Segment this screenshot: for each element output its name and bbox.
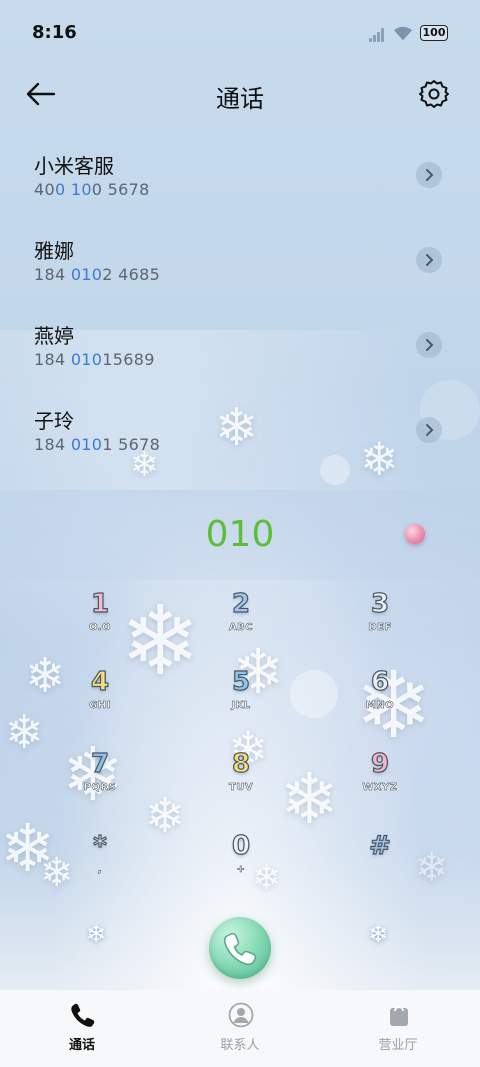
contact-name: 子玲 xyxy=(34,409,74,433)
contact-number: 400 100 5678 xyxy=(34,180,150,199)
dial-display: 010 xyxy=(0,490,480,580)
snowflake-icon: ❄ xyxy=(86,920,107,948)
contact-number: 184 01015689 xyxy=(34,350,155,369)
contact-list: 小米客服 400 100 5678 雅娜 184 0102 4685 燕婷 18… xyxy=(0,132,480,472)
bottom-nav: 通话 联系人 营业厅 xyxy=(0,990,480,1067)
list-item[interactable]: 燕婷 184 01015689 xyxy=(0,302,480,387)
contact-number: 184 0102 4685 xyxy=(34,265,161,284)
call-button[interactable] xyxy=(209,917,271,979)
key-star[interactable]: *, xyxy=(40,830,160,900)
key-5[interactable]: 5 JKL xyxy=(181,666,301,736)
gear-icon[interactable] xyxy=(418,78,450,110)
key-9[interactable]: 9 WXYZ xyxy=(320,748,440,818)
status-bar: 8:16 100 xyxy=(0,0,480,66)
contact-name: 雅娜 xyxy=(34,239,74,263)
nav-item-store[interactable]: 营业厅 xyxy=(318,990,478,1067)
bag-icon xyxy=(390,1006,408,1026)
nav-label: 营业厅 xyxy=(378,1038,418,1053)
contact-number: 184 0101 5678 xyxy=(34,435,161,454)
key-1[interactable]: 1 O.O xyxy=(40,588,160,658)
chevron-right-icon[interactable] xyxy=(416,417,442,443)
list-item[interactable]: 子玲 184 0101 5678 xyxy=(0,387,480,472)
key-4[interactable]: 4 GHI xyxy=(40,666,160,736)
key-8[interactable]: 8 TUV xyxy=(181,748,301,818)
nav-label: 联系人 xyxy=(220,1038,260,1053)
key-3[interactable]: 3 DEF xyxy=(320,588,440,658)
key-hash[interactable]: # xyxy=(320,830,440,900)
chevron-right-icon[interactable] xyxy=(416,332,442,358)
contact-name: 燕婷 xyxy=(34,324,74,348)
nav-item-calls[interactable]: 通话 xyxy=(2,990,162,1067)
header: 通话 xyxy=(0,66,480,122)
key-6[interactable]: 6 MNO xyxy=(320,666,440,736)
signal-icon xyxy=(369,28,387,42)
list-item[interactable]: 小米客服 400 100 5678 xyxy=(0,132,480,217)
person-icon xyxy=(228,1002,254,1028)
list-item[interactable]: 雅娜 184 0102 4685 xyxy=(0,217,480,302)
page-title: 通话 xyxy=(216,85,264,113)
chevron-right-icon[interactable] xyxy=(416,162,442,188)
key-7[interactable]: 7 PQRS xyxy=(40,748,160,818)
phone-icon xyxy=(71,1003,95,1027)
chevron-right-icon[interactable] xyxy=(416,247,442,273)
snowflake-icon: ❄ xyxy=(368,920,389,948)
key-2[interactable]: 2 ABC xyxy=(181,588,301,658)
phone-icon xyxy=(223,932,257,966)
decor-dot xyxy=(405,524,425,544)
battery-indicator: 100 xyxy=(420,25,448,41)
wifi-icon xyxy=(394,26,412,41)
contact-name: 小米客服 xyxy=(34,154,114,178)
nav-label: 通话 xyxy=(68,1038,95,1053)
status-time: 8:16 xyxy=(32,22,77,43)
nav-item-contacts[interactable]: 联系人 xyxy=(160,990,320,1067)
key-0[interactable]: 0 + xyxy=(181,830,301,900)
